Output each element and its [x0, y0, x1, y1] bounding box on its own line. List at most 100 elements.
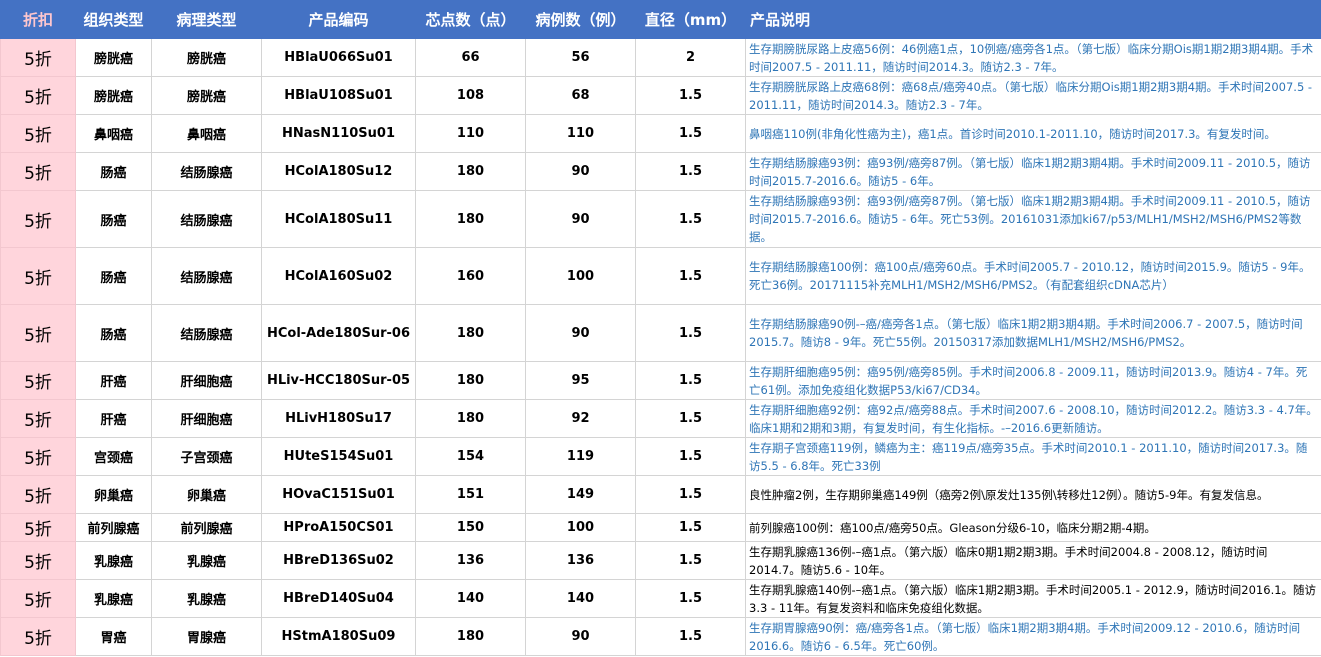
diameter-cell[interactable]: 1.5: [635, 152, 746, 191]
cases-cell[interactable]: 95: [525, 361, 636, 400]
discount-cell[interactable]: 5折: [0, 579, 76, 618]
points-cell[interactable]: 180: [415, 152, 526, 191]
pathology-type-cell[interactable]: 子宫颈癌: [151, 437, 262, 476]
tissue-type-cell[interactable]: 卵巢癌: [75, 475, 152, 514]
product-code-cell[interactable]: HBreD136Su02: [261, 541, 416, 580]
points-cell[interactable]: 180: [415, 304, 526, 362]
product-code-cell[interactable]: HLivH180Su17: [261, 399, 416, 438]
discount-cell[interactable]: 5折: [0, 361, 76, 400]
diameter-cell[interactable]: 1.5: [635, 579, 746, 618]
points-cell[interactable]: 180: [415, 190, 526, 248]
discount-cell[interactable]: 5折: [0, 399, 76, 438]
diameter-cell[interactable]: 1.5: [635, 541, 746, 580]
tissue-type-cell[interactable]: 肝癌: [75, 399, 152, 438]
product-code-cell[interactable]: HColA180Su11: [261, 190, 416, 248]
pathology-type-cell[interactable]: 膀胱癌: [151, 76, 262, 115]
cases-cell[interactable]: 90: [525, 190, 636, 248]
table-row[interactable]: 5折 膀胱癌 膀胱癌 HBlaU066Su01 66 56 2 生存期膀胱尿路上皮癌56例：4…: [0, 38, 1321, 77]
discount-cell[interactable]: 5折: [0, 76, 76, 115]
points-cell[interactable]: 66: [415, 38, 526, 77]
product-code-cell[interactable]: HStmA180Su09: [261, 617, 416, 656]
diameter-cell[interactable]: 1.5: [635, 114, 746, 153]
pathology-type-cell[interactable]: 肝细胞癌: [151, 399, 262, 438]
product-code-cell[interactable]: HCol-Ade180Sur-06: [261, 304, 416, 362]
points-cell[interactable]: 110: [415, 114, 526, 153]
product-code-cell[interactable]: HColA180Su12: [261, 152, 416, 191]
diameter-cell[interactable]: 1.5: [635, 247, 746, 305]
header-tissue-type[interactable]: 组织类型: [75, 0, 152, 39]
table-row[interactable]: 5折 肝癌 肝细胞癌 HLivH180Su17 180 92 1.5 生存期肝细胞癌92例：癌…: [0, 399, 1321, 438]
table-row[interactable]: 5折 宫颈癌 子宫颈癌 HUteS154Su01 154 119 1.5 生存期子宫颈癌119…: [0, 437, 1321, 476]
discount-cell[interactable]: 5折: [0, 114, 76, 153]
table-row[interactable]: 5折 肝癌 肝细胞癌 HLiv-HCC180Sur-05 180 95 1.5 生存期肝细胞癌…: [0, 361, 1321, 400]
description-cell[interactable]: 鼻咽癌110例(非角化性癌为主)，癌1点。首诊时间2010.1-2011.10，…: [745, 114, 1321, 153]
description-cell[interactable]: 良性肿瘤2例，生存期卵巢癌149例（癌旁2例\原发灶135例\转移灶12例）。随…: [745, 475, 1321, 514]
points-cell[interactable]: 150: [415, 513, 526, 542]
table-row[interactable]: 5折 乳腺癌 乳腺癌 HBreD136Su02 136 136 1.5 生存期乳腺癌136例-…: [0, 541, 1321, 580]
discount-cell[interactable]: 5折: [0, 513, 76, 542]
cases-cell[interactable]: 100: [525, 513, 636, 542]
discount-cell[interactable]: 5折: [0, 541, 76, 580]
header-product-code[interactable]: 产品编码: [261, 0, 416, 39]
points-cell[interactable]: 108: [415, 76, 526, 115]
diameter-cell[interactable]: 1.5: [635, 190, 746, 248]
tissue-type-cell[interactable]: 肠癌: [75, 152, 152, 191]
table-row[interactable]: 5折 膀胱癌 膀胱癌 HBlaU108Su01 108 68 1.5 生存期膀胱尿路上皮癌68…: [0, 76, 1321, 115]
tissue-type-cell[interactable]: 鼻咽癌: [75, 114, 152, 153]
discount-cell[interactable]: 5折: [0, 617, 76, 656]
table-row[interactable]: 5折 肠癌 结肠腺癌 HColA180Su12 180 90 1.5 生存期结肠腺癌93例：癌…: [0, 152, 1321, 191]
discount-cell[interactable]: 5折: [0, 475, 76, 514]
tissue-type-cell[interactable]: 肠癌: [75, 304, 152, 362]
points-cell[interactable]: 140: [415, 579, 526, 618]
description-cell[interactable]: 生存期乳腺癌140例-–癌1点。（第六版）临床1期2期3期。手术时间2005.1…: [745, 579, 1321, 618]
product-code-cell[interactable]: HUteS154Su01: [261, 437, 416, 476]
cases-cell[interactable]: 56: [525, 38, 636, 77]
diameter-cell[interactable]: 1.5: [635, 361, 746, 400]
diameter-cell[interactable]: 1.5: [635, 617, 746, 656]
table-row[interactable]: 5折 卵巢癌 卵巢癌 HOvaC151Su01 151 149 1.5 良性肿瘤2例，生存期卵…: [0, 475, 1321, 514]
pathology-type-cell[interactable]: 鼻咽癌: [151, 114, 262, 153]
points-cell[interactable]: 160: [415, 247, 526, 305]
points-cell[interactable]: 154: [415, 437, 526, 476]
diameter-cell[interactable]: 2: [635, 38, 746, 77]
cases-cell[interactable]: 136: [525, 541, 636, 580]
points-cell[interactable]: 180: [415, 399, 526, 438]
header-cases[interactable]: 病例数（例）: [525, 0, 636, 39]
cases-cell[interactable]: 140: [525, 579, 636, 618]
tissue-type-cell[interactable]: 前列腺癌: [75, 513, 152, 542]
header-diameter[interactable]: 直径（mm）: [635, 0, 746, 39]
header-pathology-type[interactable]: 病理类型: [151, 0, 262, 39]
tissue-type-cell[interactable]: 乳腺癌: [75, 579, 152, 618]
description-cell[interactable]: 生存期胃腺癌90例：癌/癌旁各1点。（第七版）临床1期2期3期4期。手术时间20…: [745, 617, 1321, 656]
discount-cell[interactable]: 5折: [0, 152, 76, 191]
product-code-cell[interactable]: HLiv-HCC180Sur-05: [261, 361, 416, 400]
diameter-cell[interactable]: 1.5: [635, 437, 746, 476]
description-cell[interactable]: 生存期肝细胞癌95例：癌95例/癌旁85例。手术时间2006.8 - 2009.…: [745, 361, 1321, 400]
pathology-type-cell[interactable]: 前列腺癌: [151, 513, 262, 542]
pathology-type-cell[interactable]: 结肠腺癌: [151, 152, 262, 191]
cases-cell[interactable]: 149: [525, 475, 636, 514]
cases-cell[interactable]: 100: [525, 247, 636, 305]
cases-cell[interactable]: 92: [525, 399, 636, 438]
product-code-cell[interactable]: HBreD140Su04: [261, 579, 416, 618]
pathology-type-cell[interactable]: 肝细胞癌: [151, 361, 262, 400]
table-row[interactable]: 5折 前列腺癌 前列腺癌 HProA150CS01 150 100 1.5 前列腺癌100例：…: [0, 513, 1321, 542]
header-discount[interactable]: 折扣: [0, 0, 76, 39]
pathology-type-cell[interactable]: 结肠腺癌: [151, 247, 262, 305]
tissue-type-cell[interactable]: 肝癌: [75, 361, 152, 400]
diameter-cell[interactable]: 1.5: [635, 76, 746, 115]
cases-cell[interactable]: 68: [525, 76, 636, 115]
product-code-cell[interactable]: HProA150CS01: [261, 513, 416, 542]
discount-cell[interactable]: 5折: [0, 38, 76, 77]
pathology-type-cell[interactable]: 乳腺癌: [151, 579, 262, 618]
discount-cell[interactable]: 5折: [0, 304, 76, 362]
table-row[interactable]: 5折 乳腺癌 乳腺癌 HBreD140Su04 140 140 1.5 生存期乳腺癌140例-…: [0, 579, 1321, 618]
tissue-type-cell[interactable]: 胃癌: [75, 617, 152, 656]
diameter-cell[interactable]: 1.5: [635, 399, 746, 438]
cases-cell[interactable]: 90: [525, 152, 636, 191]
pathology-type-cell[interactable]: 胃腺癌: [151, 617, 262, 656]
header-points[interactable]: 芯点数（点）: [415, 0, 526, 39]
description-cell[interactable]: 生存期结肠腺癌100例：癌100点/癌旁60点。手术时间2005.7 - 201…: [745, 247, 1321, 305]
description-cell[interactable]: 生存期膀胱尿路上皮癌56例：46例癌1点，10例癌/癌旁各1点。（第七版）临床分…: [745, 38, 1321, 77]
table-row[interactable]: 5折 胃癌 胃腺癌 HStmA180Su09 180 90 1.5 生存期胃腺癌90例：癌/癌…: [0, 617, 1321, 656]
